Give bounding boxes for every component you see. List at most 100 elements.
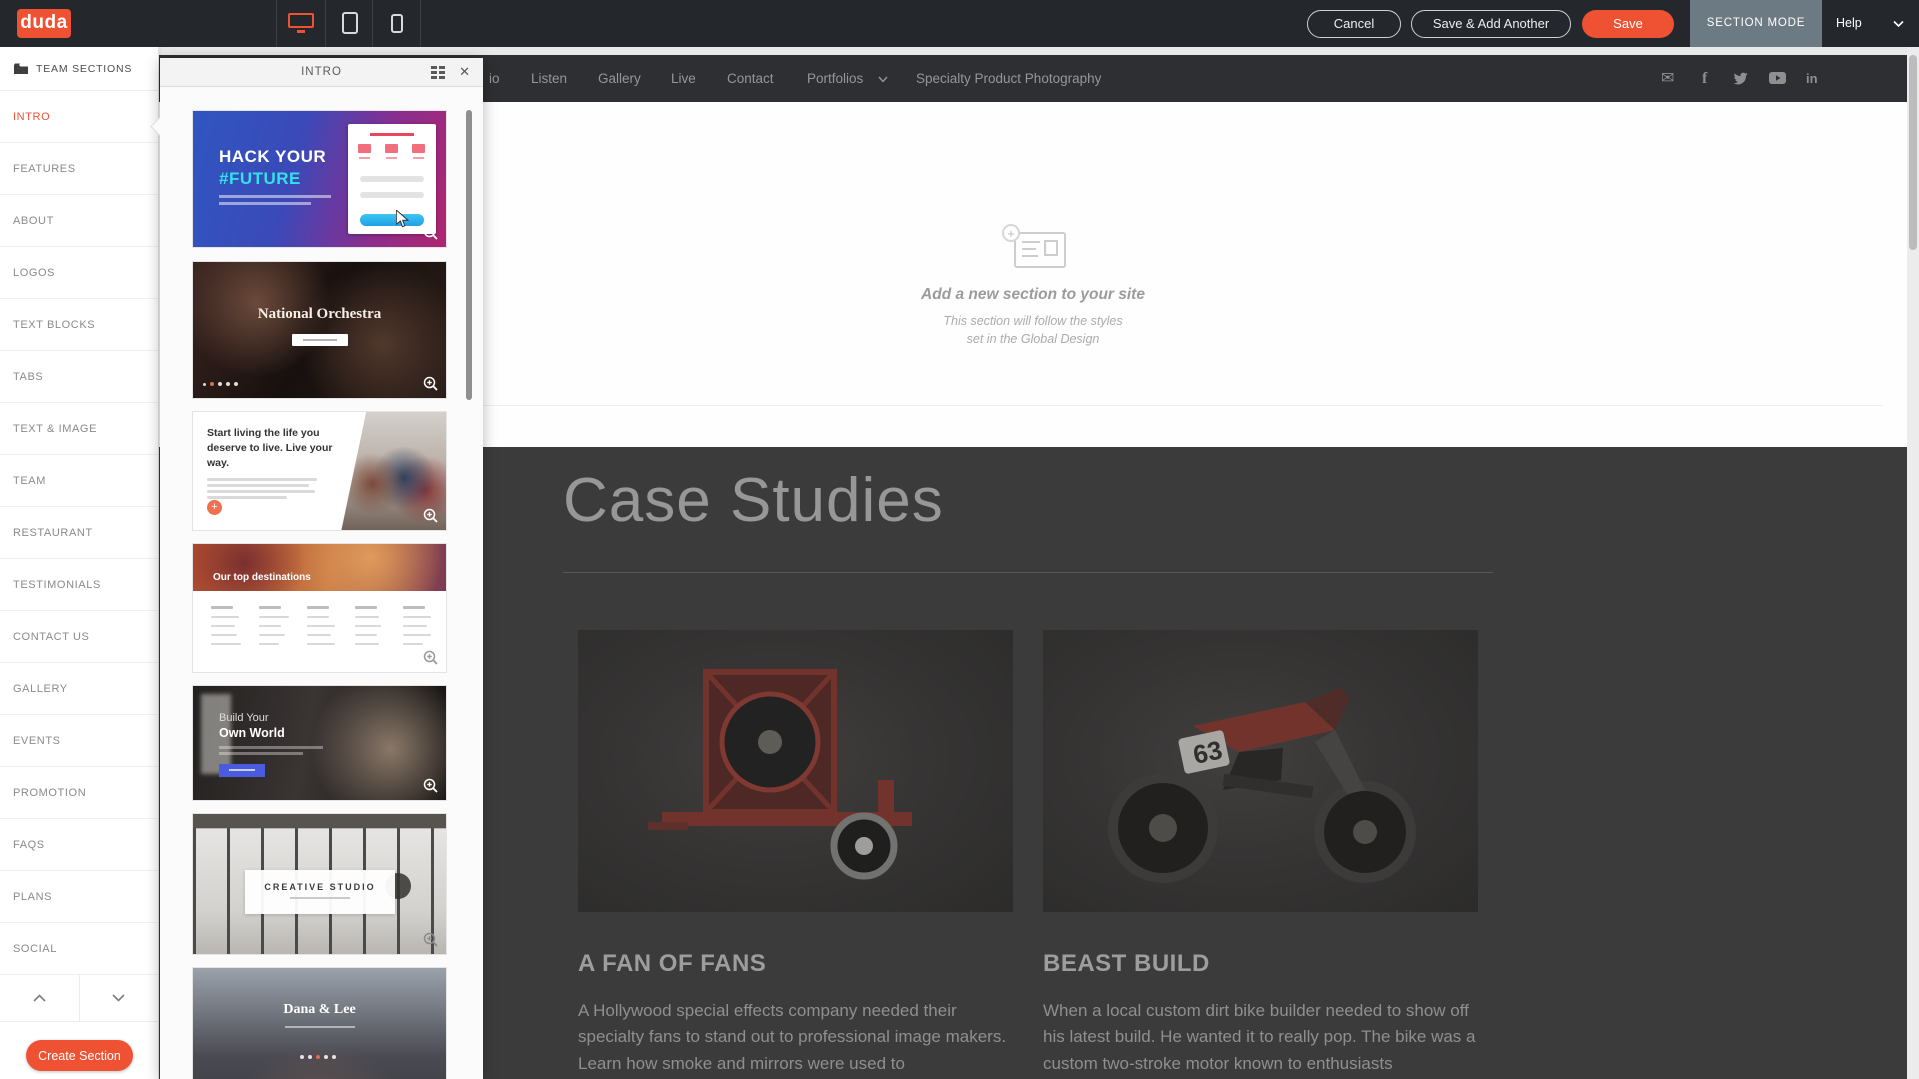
nav-link-specialty[interactable]: Specialty Product Photography xyxy=(916,55,1101,102)
case-study-body: When a local custom dirt bike builder ne… xyxy=(1043,998,1478,1077)
desktop-mode-button[interactable] xyxy=(276,0,324,47)
grid-view-icon[interactable] xyxy=(431,66,445,79)
facebook-icon[interactable]: f xyxy=(1702,55,1707,102)
nav-link-gallery[interactable]: Gallery xyxy=(598,55,641,102)
zoom-in-icon[interactable] xyxy=(423,650,439,666)
section-mode-badge: SECTION MODE xyxy=(1690,0,1822,47)
mobile-icon xyxy=(391,14,403,33)
twitter-icon[interactable] xyxy=(1733,72,1748,85)
section-thumb-national-orchestra[interactable]: National Orchestra xyxy=(192,261,447,399)
text-placeholder xyxy=(290,897,350,899)
envelope-icon[interactable]: ✉ xyxy=(1661,55,1674,102)
form-field-placeholder xyxy=(360,192,424,198)
sidebar-item-text-image[interactable]: TEXT & IMAGE xyxy=(0,403,158,455)
plus-button: + xyxy=(207,500,222,515)
cursor-icon xyxy=(396,210,412,228)
sidebar-item-text-blocks[interactable]: TEXT BLOCKS xyxy=(0,299,158,351)
bike-number: 63 xyxy=(1190,735,1225,770)
section-thumb-top-destinations[interactable]: Our top destinations xyxy=(192,543,447,673)
sidebar-item-faqs[interactable]: FAQS xyxy=(0,819,158,871)
scroll-down-button[interactable] xyxy=(80,975,159,1021)
cta-button-placeholder xyxy=(292,334,348,346)
nav-link-contact[interactable]: Contact xyxy=(727,55,774,102)
close-icon[interactable]: ✕ xyxy=(459,64,470,80)
form-field-placeholder xyxy=(360,176,424,182)
section-thumb-hack-your-future[interactable]: HACK YOUR #FUTURE xyxy=(192,110,447,248)
section-thumb-own-world[interactable]: Build Your Own World xyxy=(192,685,447,801)
nav-link-partial[interactable]: io xyxy=(489,55,500,102)
case-studies-title: Case Studies xyxy=(563,465,944,536)
sidebar-item-testimonials[interactable]: TESTIMONIALS xyxy=(0,559,158,611)
sidebar-item-intro[interactable]: INTRO xyxy=(0,91,158,143)
panel-scrollbar[interactable] xyxy=(466,110,472,400)
desktop-icon xyxy=(288,13,314,28)
zoom-in-icon[interactable] xyxy=(423,376,439,392)
tablet-icon xyxy=(342,12,358,34)
case-study-body: A Hollywood special effects company need… xyxy=(578,998,1013,1077)
zoom-in-icon[interactable] xyxy=(423,225,439,241)
nav-link-listen[interactable]: Listen xyxy=(531,55,567,102)
create-section-button[interactable]: Create Section xyxy=(26,1040,133,1071)
scroll-up-button[interactable] xyxy=(0,975,80,1021)
text-placeholder xyxy=(219,752,303,755)
cancel-button[interactable]: Cancel xyxy=(1307,10,1401,38)
sidebar-item-plans[interactable]: PLANS xyxy=(0,871,158,923)
add-section-title: Add a new section to your site xyxy=(921,286,1145,304)
linkedin-icon[interactable]: in xyxy=(1806,55,1818,102)
nav-link-live[interactable]: Live xyxy=(671,55,696,102)
sections-sidebar: TEAM SECTIONS INTRO FEATURES ABOUT LOGOS… xyxy=(0,47,159,1079)
panel-header: INTRO ✕ xyxy=(160,58,483,87)
sidebar-item-gallery[interactable]: GALLERY xyxy=(0,663,158,715)
sidebar-item-features[interactable]: FEATURES xyxy=(0,143,158,195)
zoom-in-icon[interactable] xyxy=(423,778,439,794)
page-scrollbar-track[interactable] xyxy=(1907,47,1919,1079)
chevron-down-icon[interactable] xyxy=(1893,20,1904,28)
chevron-up-icon xyxy=(33,994,46,1002)
section-thumb-creative-studio[interactable]: CREATIVE STUDIO xyxy=(192,813,447,955)
intro-sections-panel: INTRO ✕ HACK YOUR #FUTURE xyxy=(160,58,483,1079)
fan-machine-image xyxy=(578,630,1013,912)
sidebar-item-promotion[interactable]: PROMOTION xyxy=(0,767,158,819)
add-section-subtitle: This section will follow the styles set … xyxy=(921,312,1145,348)
sidebar-item-logos[interactable]: LOGOS xyxy=(0,247,158,299)
sidebar-item-tabs[interactable]: TABS xyxy=(0,351,158,403)
help-menu[interactable]: Help xyxy=(1836,0,1862,47)
save-add-another-button[interactable]: Save & Add Another xyxy=(1411,10,1571,38)
tablet-mode-button[interactable] xyxy=(325,0,372,47)
plus-icon: + xyxy=(1002,224,1020,242)
text-placeholder xyxy=(207,478,317,481)
case-study-card-fan[interactable]: A FAN OF FANS A Hollywood special effect… xyxy=(578,630,1013,1077)
sidebar-item-events[interactable]: EVENTS xyxy=(0,715,158,767)
sidebar-header: TEAM SECTIONS xyxy=(0,47,158,91)
sidebar-item-team[interactable]: TEAM xyxy=(0,455,158,507)
case-study-heading: A FAN OF FANS xyxy=(578,950,1013,978)
case-study-card-bike[interactable]: 63 BEAST BUILD When a local custom dirt … xyxy=(1043,630,1478,1077)
text-placeholder xyxy=(219,202,311,205)
page-scrollbar-thumb[interactable] xyxy=(1909,55,1917,250)
panel-thumbnail-list: HACK YOUR #FUTURE xyxy=(160,87,483,1079)
zoom-in-icon[interactable] xyxy=(423,508,439,524)
save-button[interactable]: Save xyxy=(1582,10,1674,38)
carousel-dots xyxy=(203,373,242,391)
mobile-mode-button[interactable] xyxy=(372,0,421,47)
section-thumb-dana-and-lee[interactable]: Dana & Lee xyxy=(192,967,447,1079)
destinations-photo: Our top destinations xyxy=(193,544,446,591)
studio-label-card: CREATIVE STUDIO xyxy=(245,870,395,914)
sidebar-item-contact-us[interactable]: CONTACT US xyxy=(0,611,158,663)
duda-logo[interactable]: duda xyxy=(17,9,71,38)
text-placeholder xyxy=(207,490,315,493)
countdown-label-placeholder xyxy=(370,133,414,136)
youtube-icon[interactable] xyxy=(1769,72,1786,84)
carousel-dots xyxy=(193,1046,446,1064)
chevron-down-icon xyxy=(112,994,125,1002)
title-underline xyxy=(563,572,1493,573)
sidebar-item-restaurant[interactable]: RESTAURANT xyxy=(0,507,158,559)
case-study-heading: BEAST BUILD xyxy=(1043,950,1478,978)
text-placeholder xyxy=(219,746,323,749)
app-bar: duda Cancel Save & Add Another Save SECT… xyxy=(0,0,1919,47)
nav-link-portfolios[interactable]: Portfolios xyxy=(807,55,863,102)
zoom-in-icon[interactable] xyxy=(423,932,439,948)
sidebar-item-about[interactable]: ABOUT xyxy=(0,195,158,247)
section-thumb-live-your-way[interactable]: Start living the life you deserve to liv… xyxy=(192,411,447,531)
sidebar-item-social[interactable]: SOCIAL xyxy=(0,923,158,975)
